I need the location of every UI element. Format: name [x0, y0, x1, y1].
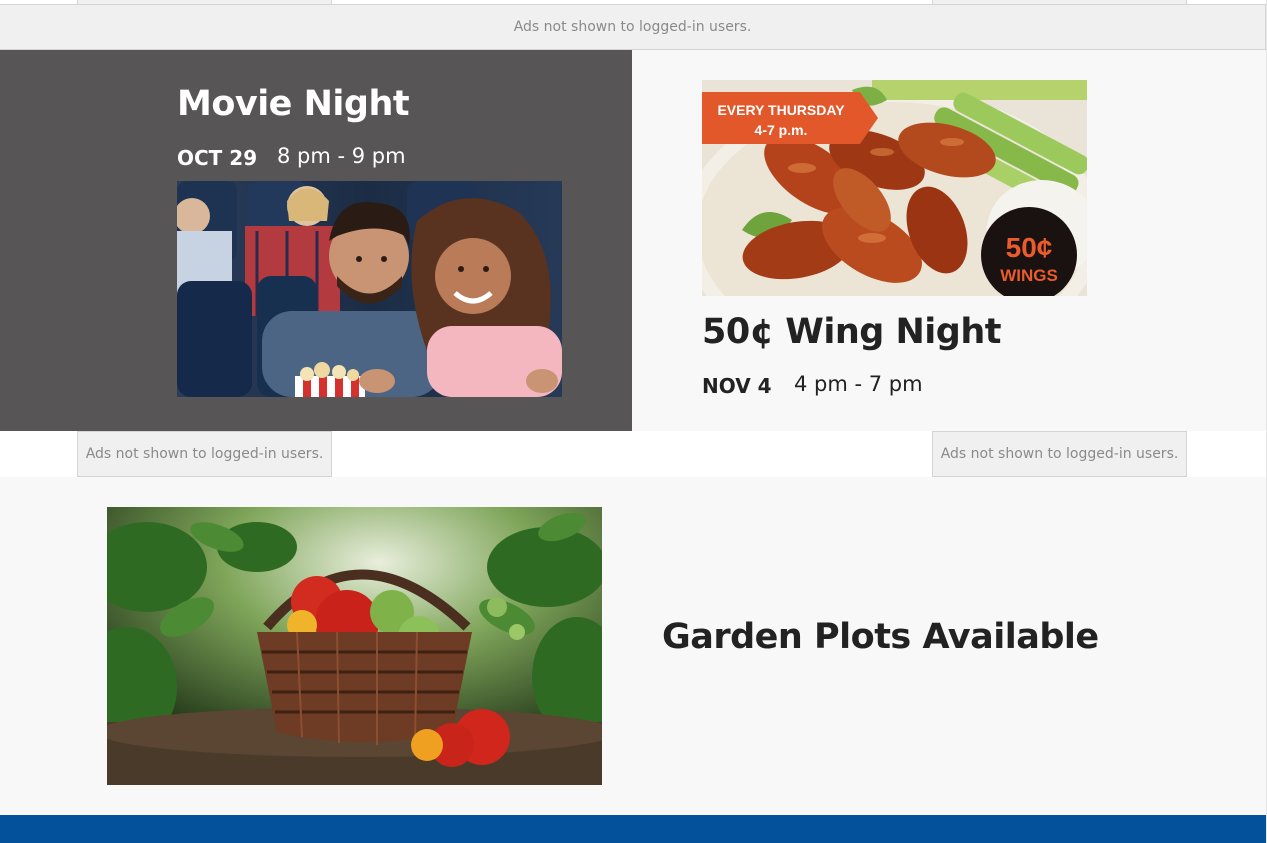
ad-placeholder-right: Ads not shown to logged-in users. [932, 431, 1187, 477]
wing-night-photo[interactable]: EVERY THURSDAY 4-7 p.m. 50¢ WINGS [702, 80, 1087, 296]
event-card-wing-night[interactable]: EVERY THURSDAY 4-7 p.m. 50¢ WINGS 50¢ Wi… [632, 50, 1266, 431]
event-date: NOV 4 [702, 374, 772, 398]
event-card-movie-night[interactable]: Movie Night OCT 29 8 pm - 9 pm [0, 50, 632, 431]
ad-notice-text: Ads not shown to logged-in users. [85, 446, 324, 462]
event-title[interactable]: 50¢ Wing Night [702, 312, 1002, 352]
event-time: 8 pm - 9 pm [277, 144, 406, 168]
movie-night-photo[interactable] [177, 181, 562, 397]
banner-line2: 4-7 p.m. [755, 122, 808, 138]
badge-price: 50¢ [1006, 232, 1053, 263]
event-date: OCT 29 [177, 146, 258, 170]
footer-bar [0, 815, 1266, 843]
banner-line1: EVERY THURSDAY [717, 102, 845, 118]
garden-photo[interactable] [107, 507, 602, 785]
garden-title[interactable]: Garden Plots Available [662, 617, 1099, 657]
badge-label: WINGS [1000, 266, 1058, 285]
event-title[interactable]: Movie Night [177, 84, 410, 124]
event-time: 4 pm - 7 pm [794, 372, 923, 396]
garden-plots-section[interactable]: Garden Plots Available [0, 477, 1266, 815]
ad-notice-text: Ads not shown to logged-in users. [940, 446, 1179, 462]
ad-placeholder-left: Ads not shown to logged-in users. [77, 431, 332, 477]
ad-placeholder-banner: Ads not shown to logged-in users. [0, 4, 1266, 50]
ad-notice-text: Ads not shown to logged-in users. [513, 19, 752, 35]
